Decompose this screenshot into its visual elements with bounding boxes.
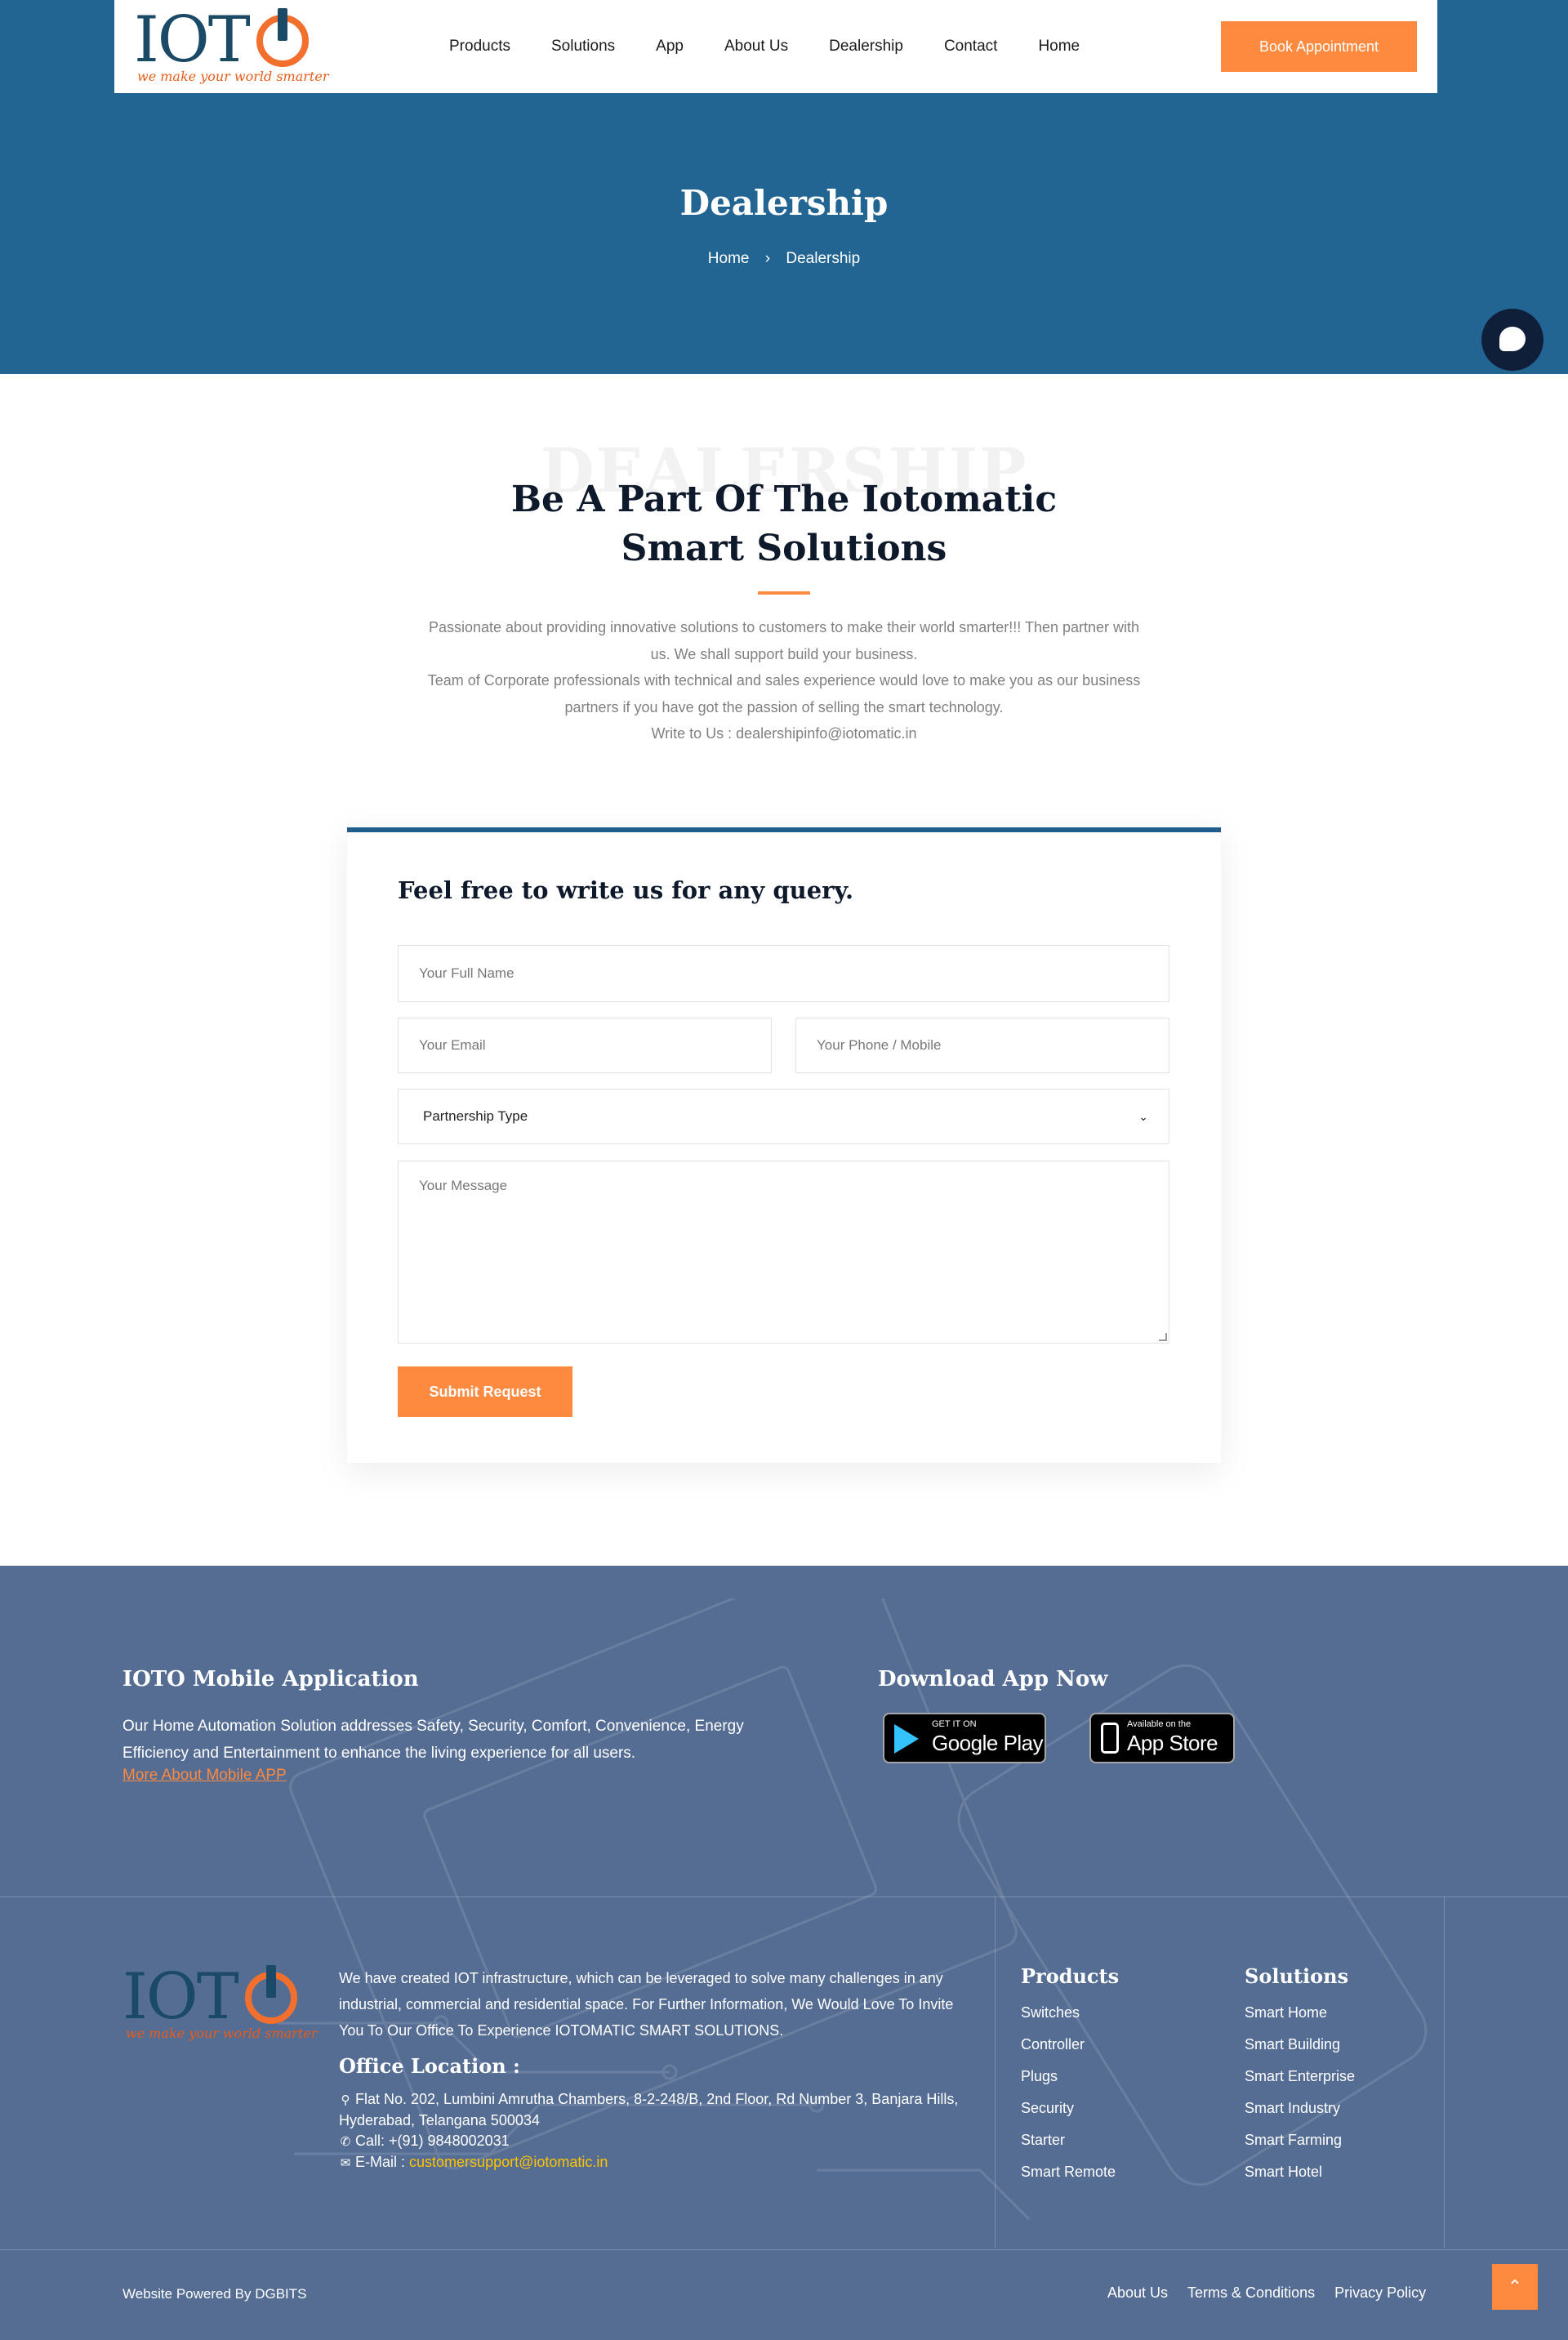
- footer-logo[interactable]: IOT we make your world smarter: [122, 1960, 318, 2052]
- envelope-icon: ✉: [340, 2156, 351, 2170]
- partnership-type-select[interactable]: Partnership Type ⌄: [398, 1089, 1169, 1144]
- map-pin-icon: ⚲: [341, 2093, 350, 2107]
- footer-solutions-title: Solutions: [1245, 1964, 1349, 1988]
- logo-text: IOT: [122, 1960, 239, 2034]
- footer-solutions-list: Smart Home Smart Building Smart Enterpri…: [1245, 1997, 1355, 2188]
- footer-link-smart-building[interactable]: Smart Building: [1245, 2029, 1355, 2061]
- more-about-app-link[interactable]: More About Mobile APP: [122, 1767, 287, 1785]
- footer-link-smart-farming[interactable]: Smart Farming: [1245, 2124, 1355, 2156]
- footer-bottom-links: About Us Terms & Conditions Privacy Poli…: [1107, 2284, 1426, 2302]
- footer-products-title: Products: [1021, 1964, 1120, 1988]
- write-to-us-line: Write to Us : dealershipinfo@iotomatic.i…: [651, 725, 917, 742]
- breadcrumb-home-link[interactable]: Home: [708, 250, 750, 267]
- app-store-main: App Store: [1127, 1731, 1218, 1755]
- support-email-link[interactable]: customersupport@iotomatic.in: [409, 2154, 608, 2170]
- office-email: ✉ E-Mail : customersupport@iotomatic.in: [339, 2152, 968, 2173]
- footer-link-controller[interactable]: Controller: [1021, 2029, 1116, 2061]
- resize-handle-icon[interactable]: [1159, 1333, 1167, 1341]
- logo-tagline: we make your world smarter: [137, 69, 329, 84]
- iphone-icon: [1101, 1723, 1119, 1754]
- logo-text: IOT: [134, 3, 251, 77]
- brand-logo[interactable]: IOT we make your world smarter: [134, 3, 328, 90]
- footer-column-divider: [1444, 1897, 1445, 2248]
- breadcrumb: Home › Dealership: [0, 250, 1568, 268]
- nav-about-us[interactable]: About Us: [724, 38, 788, 56]
- address-text: Flat No. 202, Lumbini Amrutha Chambers, …: [339, 2091, 959, 2128]
- chevron-up-icon: ⌃: [1507, 2276, 1523, 2298]
- office-location-title: Office Location :: [339, 2054, 520, 2078]
- logo-tagline: we make your world smarter: [126, 2026, 318, 2041]
- logo-plug-icon: [278, 8, 287, 41]
- footer-link-smart-hotel[interactable]: Smart Hotel: [1245, 2156, 1355, 2188]
- office-phone: ✆ Call: +(91) 9848002031: [339, 2131, 968, 2152]
- scroll-to-top-button[interactable]: ⌃: [1492, 2264, 1538, 2310]
- email-label: E-Mail :: [355, 2154, 406, 2170]
- chat-bubble-icon: [1499, 327, 1526, 351]
- nav-app[interactable]: App: [656, 38, 684, 56]
- message-textarea[interactable]: Your Message: [398, 1161, 1169, 1344]
- app-store-sub: Available on the: [1127, 1719, 1192, 1729]
- intro-paragraphs: Passionate about providing innovative so…: [425, 614, 1143, 747]
- submit-request-button[interactable]: Submit Request: [398, 1366, 572, 1417]
- page-title: Dealership: [679, 183, 889, 223]
- intro-paragraph: Team of Corporate professionals with tec…: [427, 672, 1141, 715]
- google-play-badge[interactable]: GET IT ON Google Play: [883, 1713, 1046, 1763]
- logo-plug-icon: [266, 1965, 276, 1998]
- office-address: ⚲ Flat No. 202, Lumbini Amrutha Chambers,…: [339, 2089, 968, 2131]
- nav-products[interactable]: Products: [449, 38, 510, 56]
- hero-section: IOT we make your world smarter Products …: [0, 0, 1568, 374]
- partnership-type-value: Partnership Type: [423, 1108, 528, 1124]
- footer-link-plugs[interactable]: Plugs: [1021, 2061, 1116, 2093]
- nav-contact[interactable]: Contact: [944, 38, 997, 56]
- footer-link-switches[interactable]: Switches: [1021, 1997, 1116, 2029]
- app-store-badge[interactable]: Available on the App Store: [1089, 1713, 1235, 1763]
- footer-link-starter[interactable]: Starter: [1021, 2124, 1116, 2156]
- intro-paragraph: Passionate about providing innovative so…: [428, 619, 1140, 662]
- company-about-text: We have created IOT infrastructure, whic…: [339, 1970, 954, 2039]
- site-footer: IOTO Mobile Application Our Home Automat…: [0, 1566, 1568, 2340]
- section-title: Be A Part Of The Iotomatic Smart Solutio…: [510, 479, 1058, 569]
- top-navbar: IOT we make your world smarter Products …: [114, 0, 1437, 93]
- footer-link-security[interactable]: Security: [1021, 2093, 1116, 2124]
- app-description: Our Home Automation Solution addresses S…: [122, 1718, 744, 1762]
- book-appointment-button[interactable]: Book Appointment: [1221, 21, 1417, 72]
- form-heading: Feel free to write us for any query.: [398, 876, 854, 904]
- message-placeholder: Your Message: [419, 1178, 508, 1193]
- breadcrumb-current: Dealership: [786, 250, 861, 267]
- bottom-link-about-us[interactable]: About Us: [1107, 2284, 1168, 2302]
- footer-column-divider: [995, 1897, 996, 2248]
- full-name-input[interactable]: [398, 945, 1169, 1002]
- title-underline-divider: [758, 591, 810, 595]
- nav-solutions[interactable]: Solutions: [551, 38, 615, 56]
- footer-link-smart-enterprise[interactable]: Smart Enterprise: [1245, 2061, 1355, 2093]
- footer-link-smart-remote[interactable]: Smart Remote: [1021, 2156, 1116, 2188]
- download-app-title: Download App Now: [878, 1667, 1108, 1691]
- phone-input[interactable]: [795, 1018, 1169, 1073]
- google-play-main: Google Play: [932, 1731, 1044, 1755]
- chat-widget-button[interactable]: [1481, 309, 1544, 371]
- breadcrumb-chevron-icon: ›: [764, 250, 771, 267]
- footer-link-smart-industry[interactable]: Smart Industry: [1245, 2093, 1355, 2124]
- phone-icon: ✆: [340, 2135, 351, 2149]
- google-play-sub: GET IT ON: [932, 1719, 977, 1729]
- email-input[interactable]: [398, 1018, 772, 1073]
- powered-by-text: Website Powered By DGBITS: [122, 2286, 307, 2302]
- phone-text[interactable]: Call: +(91) 9848002031: [355, 2133, 510, 2149]
- chevron-down-icon: ⌄: [1138, 1109, 1148, 1123]
- main-menu: Products Solutions App About Us Dealersh…: [449, 0, 1080, 93]
- bottom-link-terms[interactable]: Terms & Conditions: [1187, 2284, 1315, 2302]
- footer-link-smart-home[interactable]: Smart Home: [1245, 1997, 1355, 2029]
- google-play-icon: [894, 1724, 919, 1754]
- bottom-link-privacy[interactable]: Privacy Policy: [1334, 2284, 1426, 2302]
- footer-products-list: Switches Controller Plugs Security Start…: [1021, 1997, 1116, 2188]
- nav-home[interactable]: Home: [1038, 38, 1080, 56]
- nav-dealership[interactable]: Dealership: [829, 38, 903, 56]
- app-section-title: IOTO Mobile Application: [122, 1667, 419, 1691]
- footer-bottom-divider: [0, 2249, 1568, 2250]
- dealership-form-card: Feel free to write us for any query. Par…: [347, 827, 1221, 1463]
